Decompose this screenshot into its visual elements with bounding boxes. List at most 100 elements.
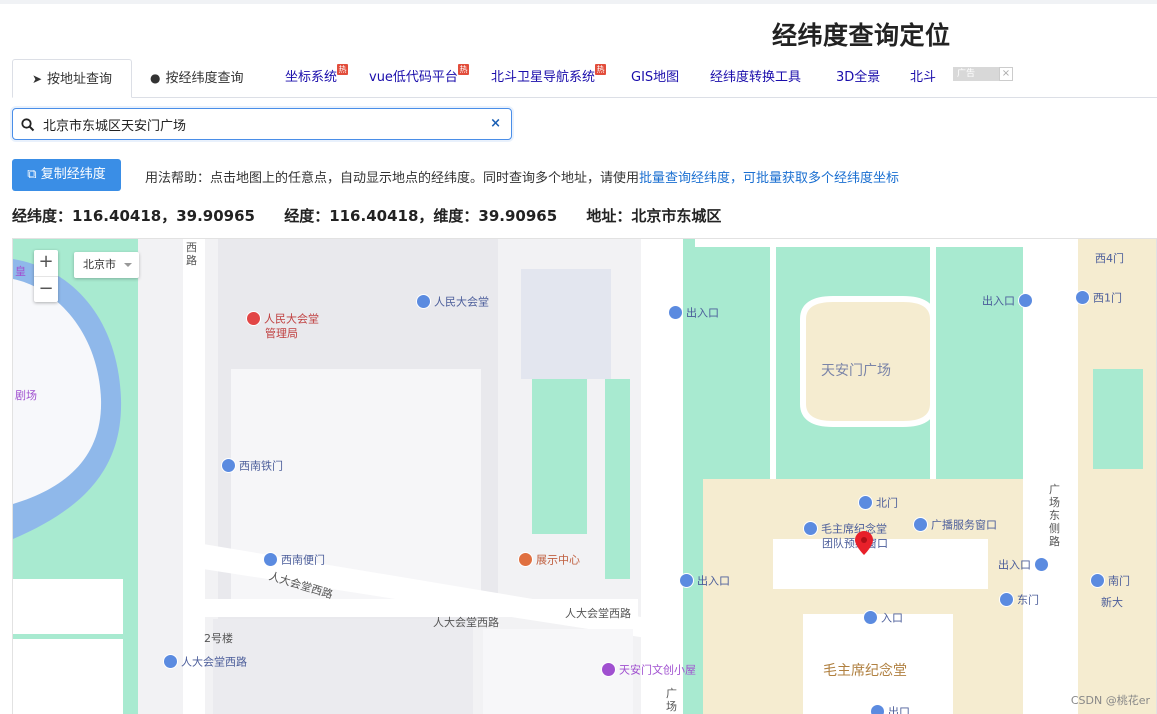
nav-link-converter[interactable]: 经纬度转换工具: [710, 66, 801, 85]
nav-link-label: 北斗卫星导航系统: [491, 70, 596, 85]
tab-address-query[interactable]: ➤ 按地址查询: [12, 59, 132, 98]
address-search[interactable]: ×: [12, 108, 512, 140]
poi-huang[interactable]: 皇: [15, 265, 26, 279]
poi-label: 团队预约窗口: [822, 537, 888, 550]
city-label: 北京市: [83, 258, 116, 271]
batch-query-link[interactable]: 批量查询经纬度，可批量获取多个经纬度坐标: [639, 171, 899, 186]
poi-east-gate[interactable]: 东门: [999, 592, 1039, 608]
location-pin-icon: [416, 294, 431, 309]
poi-label: 西南便门: [281, 553, 325, 567]
location-pin-icon: [1090, 573, 1105, 588]
clear-icon[interactable]: ×: [490, 116, 501, 131]
ad-label: 广告: [957, 69, 976, 79]
location-pin-icon: [1075, 290, 1090, 305]
poi-exit-3[interactable]: 出入口: [679, 573, 730, 589]
poi-entrance[interactable]: 入口: [863, 610, 903, 626]
poi-west4-gate[interactable]: 西4门: [1095, 252, 1124, 266]
poi-xinan-tiemen[interactable]: 西南铁门: [221, 458, 283, 474]
location-pin-icon: [858, 495, 873, 510]
poi-south-gate[interactable]: 南门: [1090, 573, 1130, 589]
nav-link-label: 坐标系统: [285, 70, 338, 85]
help-text: 用法帮助：点击地图上的任意点，自动显示地点的经纬度。同时查询多个地址，请使用批量…: [145, 167, 899, 186]
copy-icon: ⧉: [27, 167, 37, 182]
poi-label: 剧场: [15, 389, 37, 402]
ad-close-icon[interactable]: ×: [999, 67, 1013, 81]
tab-coordinate-query[interactable]: ● 按经纬度查询: [150, 59, 244, 97]
location-pin-icon: [1034, 557, 1049, 572]
zoom-control: + −: [34, 250, 58, 302]
search-input[interactable]: [43, 113, 483, 135]
star-pin-icon: [246, 311, 261, 326]
poi-exit-1[interactable]: 出入口: [668, 305, 719, 321]
label-road-npc-west-3: 人大会堂西路: [565, 607, 631, 620]
poi-label: 出入口: [998, 558, 1031, 572]
poi-exit-4[interactable]: 出入口: [998, 557, 1052, 573]
label-road-square-east: 广场东侧路: [1049, 483, 1060, 548]
hot-badge: 热: [595, 64, 607, 75]
nav-link-gis-map[interactable]: GIS地图: [631, 66, 679, 85]
tabs-divider: [12, 97, 1157, 98]
poi-west1-gate[interactable]: 西1门: [1075, 290, 1122, 306]
poi-label: 出入口: [686, 306, 719, 320]
location-pin-icon: [913, 517, 928, 532]
poi-xinan-bianmen[interactable]: 西南便门: [263, 552, 325, 568]
poi-exhibition[interactable]: 展示中心: [518, 552, 580, 568]
poi-exit-bottom[interactable]: 出口: [870, 704, 910, 714]
poi-label: 出入口: [697, 574, 730, 588]
label-road-west-vertical: 西路: [186, 241, 197, 267]
poi-label: 入口: [881, 611, 903, 625]
search-icon: [21, 118, 35, 132]
bus-pin-icon: [803, 521, 818, 536]
copy-coordinates-button[interactable]: ⧉ 复制经纬度: [12, 159, 121, 191]
top-strip: [0, 0, 1157, 4]
result-address: 地址：北京市东城区: [586, 207, 722, 225]
nav-link-beidou[interactable]: 北斗: [910, 66, 936, 85]
nav-link-coordinate-system[interactable]: 坐标系统热: [285, 64, 349, 85]
label-tiananmen-square: 天安门广场: [821, 363, 891, 379]
poi-north-gate[interactable]: 北门: [858, 495, 898, 511]
hot-badge: 热: [457, 64, 469, 75]
nav-link-3d-panorama[interactable]: 3D全景: [836, 66, 880, 85]
poi-exit-2[interactable]: 出入口: [982, 293, 1036, 309]
poi-theater[interactable]: 剧场: [15, 389, 37, 403]
result-latlng: 经纬度：116.40418，39.90965: [12, 207, 255, 225]
page-title: 经纬度查询定位: [772, 21, 951, 50]
building-pin-icon: [518, 552, 533, 567]
poi-team-window[interactable]: 毛主席纪念堂 团队预约窗口: [803, 521, 888, 551]
location-marker-icon[interactable]: [855, 531, 873, 555]
location-pin-icon: [668, 305, 683, 320]
shop-pin-icon: [601, 662, 616, 677]
location-pin-icon: [870, 704, 885, 714]
poi-label: 出入口: [982, 294, 1015, 308]
poi-label: 东门: [1017, 593, 1039, 607]
chevron-down-icon: [124, 263, 132, 271]
tab-label: 按地址查询: [47, 72, 113, 87]
poi-npc-admin[interactable]: 人民大会堂 管理局: [246, 311, 319, 341]
poi-new-great[interactable]: 新大: [1101, 596, 1123, 610]
nav-link-vue-lowcode[interactable]: vue低代码平台热: [369, 64, 469, 85]
nav-link-label: vue低代码平台: [369, 70, 458, 85]
poi-label: 西1门: [1093, 291, 1122, 305]
poi-label: 人大会堂西路: [181, 655, 247, 669]
result-line: 经纬度：116.40418，39.90965 经度：116.40418，维度：3…: [12, 205, 745, 226]
poi-npc-road[interactable]: 人大会堂西路: [163, 654, 247, 670]
poi-label: 南门: [1108, 574, 1130, 588]
zoom-in-button[interactable]: +: [34, 250, 58, 276]
poi-label: 广播服务窗口: [931, 518, 997, 532]
zoom-out-button[interactable]: −: [34, 276, 58, 303]
poi-label: 展示中心: [536, 553, 580, 567]
location-pin-icon: [863, 610, 878, 625]
help-description: 用法帮助：点击地图上的任意点，自动显示地点的经纬度。同时查询多个地址，请使用: [145, 171, 640, 186]
poi-broadcast[interactable]: 广播服务窗口: [913, 517, 997, 533]
city-selector[interactable]: 北京市: [74, 252, 139, 278]
poi-souvenir[interactable]: 天安门文创小屋: [601, 662, 696, 678]
poi-npc-hall[interactable]: 人民大会堂: [416, 294, 489, 310]
nav-link-beidou-system[interactable]: 北斗卫星导航系统热: [491, 64, 607, 85]
map-view[interactable]: + − 北京市 人民大会堂 管理局 人民大会堂 西南铁门 西南便门 展示中心 人…: [12, 238, 1157, 714]
label-road-bottom: 广场: [666, 687, 677, 713]
poi-label: 毛主席纪念堂: [821, 522, 887, 536]
ad-badge[interactable]: 广告 ×: [953, 67, 1013, 81]
copy-button-label: 复制经纬度: [40, 167, 106, 182]
tab-label: 按经纬度查询: [165, 71, 244, 86]
globe-icon: ●: [150, 71, 161, 85]
